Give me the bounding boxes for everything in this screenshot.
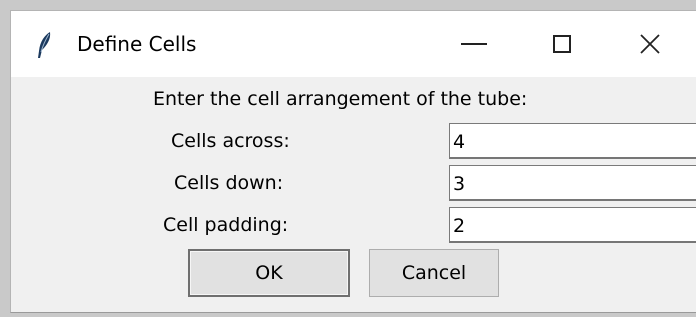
cells-down-input[interactable] xyxy=(449,165,696,201)
close-icon xyxy=(640,34,660,54)
window-title: Define Cells xyxy=(77,32,197,56)
cancel-button[interactable]: Cancel xyxy=(369,249,499,297)
minimize-button[interactable] xyxy=(431,11,517,77)
cell-padding-input[interactable] xyxy=(449,207,696,243)
maximize-icon xyxy=(553,35,571,53)
cells-across-input[interactable] xyxy=(449,123,696,159)
close-button[interactable] xyxy=(607,11,693,77)
feather-icon xyxy=(36,31,54,59)
maximize-button[interactable] xyxy=(519,11,605,77)
cells-down-label: Cells down: xyxy=(174,172,284,194)
minimize-icon xyxy=(461,43,487,45)
dialog-window: Define Cells Enter the cell arrangement … xyxy=(10,10,696,313)
ok-button[interactable]: OK xyxy=(188,249,350,297)
cells-across-label: Cells across: xyxy=(171,130,290,152)
prompt-text: Enter the cell arrangement of the tube: xyxy=(153,88,528,110)
cell-padding-label: Cell padding: xyxy=(163,214,289,236)
title-bar[interactable]: Define Cells xyxy=(11,11,696,77)
